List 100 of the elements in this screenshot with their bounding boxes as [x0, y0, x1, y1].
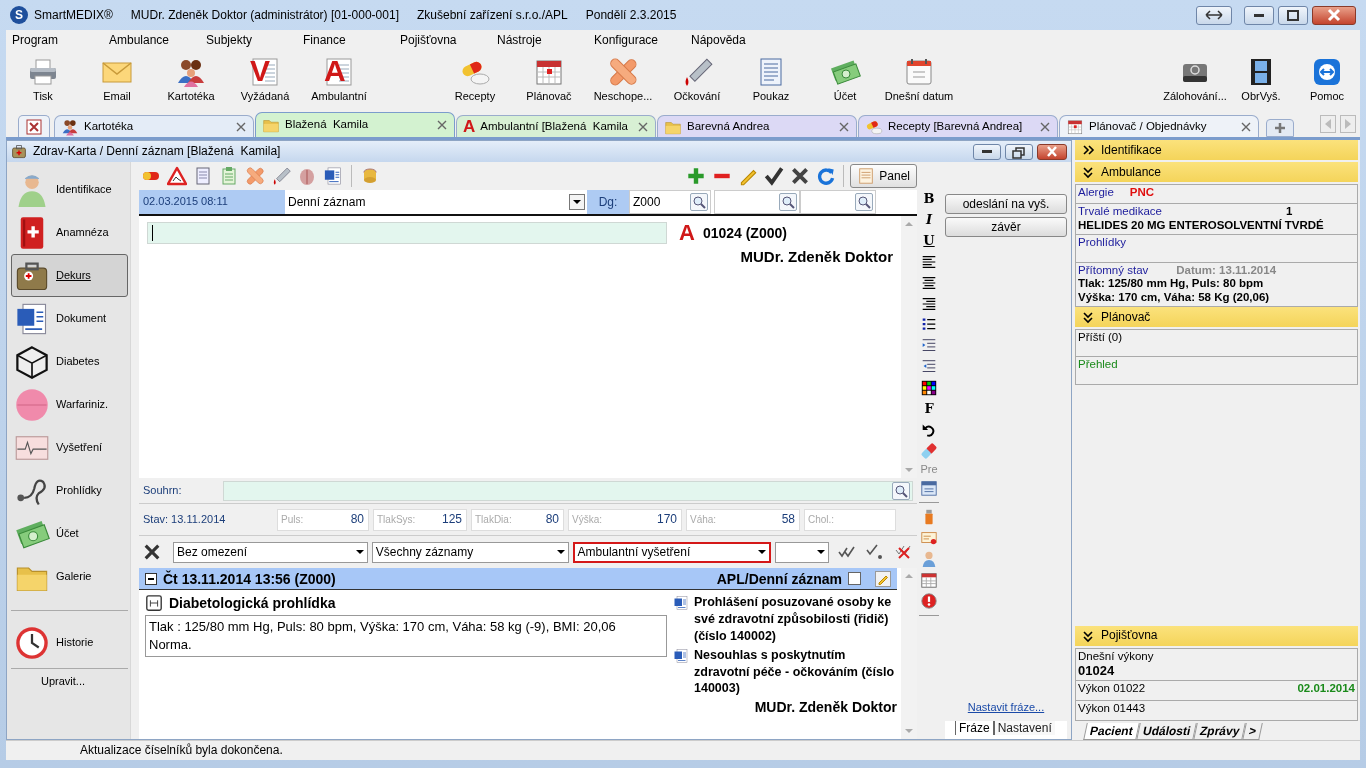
panel-link[interactable]: Prohlídky	[1078, 235, 1126, 248]
vital-field[interactable]: TlakDia: 80	[471, 508, 564, 531]
summary-field[interactable]	[223, 480, 913, 501]
toolbar-button[interactable]: ObrVyš.	[1228, 50, 1294, 104]
check-icon[interactable]	[865, 542, 885, 562]
word-document-icon[interactable]	[323, 166, 343, 186]
alert-icon[interactable]	[920, 592, 938, 611]
toolbar-button[interactable]: Tisk	[6, 50, 80, 104]
nav-item[interactable]: Účet	[11, 512, 128, 555]
action-button[interactable]: závěr	[945, 217, 1067, 237]
toolbar-button[interactable]: Účet	[808, 50, 882, 104]
tab[interactable]: Zprávy	[1193, 723, 1247, 740]
toolbar-button[interactable]: Dnešní datum	[882, 50, 956, 104]
section-header[interactable]: Ambulance	[1075, 162, 1358, 182]
nav-item[interactable]: Galerie	[11, 555, 128, 598]
toolbar-button[interactable]: V Vyžádaná	[228, 50, 302, 104]
italic-button[interactable]: I	[925, 211, 933, 229]
check-icon[interactable]	[763, 165, 786, 187]
section-header[interactable]: Identifikace	[1075, 140, 1358, 160]
clear-icon[interactable]	[143, 543, 161, 561]
close-icon[interactable]	[838, 120, 850, 133]
align-left-icon[interactable]	[920, 253, 938, 271]
filter-dropdown[interactable]: Ambulantní vyšetření	[572, 541, 772, 563]
search-field[interactable]	[714, 190, 800, 214]
vital-field[interactable]: TlakSys: 125	[373, 508, 467, 531]
word-document-icon[interactable]	[673, 595, 689, 611]
align-right-icon[interactable]	[920, 295, 938, 313]
nav-item[interactable]: Warfariniz.	[11, 383, 128, 426]
menu-item[interactable]: Konfigurace	[592, 32, 689, 48]
tab[interactable]: Události	[1135, 723, 1197, 740]
tab[interactable]: A Ambulantní [Blažená Kamila	[456, 115, 656, 137]
menu-item[interactable]: Nápověda	[689, 32, 786, 48]
phrase-settings-link[interactable]: Nastavit fráze...	[945, 701, 1067, 715]
filter-dropdown[interactable]	[775, 541, 829, 563]
nav-item[interactable]: Diabetes	[11, 340, 128, 383]
font-button[interactable]: F	[924, 400, 934, 418]
text-input[interactable]	[147, 222, 667, 244]
section-header[interactable]: Pojišťovna	[1075, 625, 1358, 646]
toolbar-button[interactable]: A Ambulantní	[302, 50, 376, 104]
close-icon[interactable]	[637, 120, 649, 133]
panel-link[interactable]: Přehled	[1078, 358, 1118, 370]
search-button[interactable]	[892, 481, 910, 500]
filter-dropdown[interactable]: Všechny záznamy	[371, 541, 569, 563]
document-link[interactable]: Nesouhlas s poskytnutím zdravotní péče - očkováním (číslo 140003)	[694, 646, 895, 698]
menu-item[interactable]: Nástroje	[495, 32, 592, 48]
nav-item[interactable]: Identifikace	[11, 168, 128, 211]
maximize-button[interactable]	[1278, 5, 1308, 25]
nav-item[interactable]: Dekurs	[11, 254, 128, 297]
expand-toggle[interactable]	[145, 572, 157, 585]
align-center-icon[interactable]	[920, 274, 938, 292]
toolbar-button[interactable]: Zálohování...	[1162, 50, 1228, 104]
panel-button[interactable]: Panel	[850, 164, 917, 188]
toolbar-button[interactable]: Email	[80, 50, 154, 104]
toolbar-button[interactable]: Poukaz	[734, 50, 808, 104]
menu-item[interactable]: Program	[10, 32, 107, 48]
close-icon[interactable]	[235, 120, 247, 133]
menu-item[interactable]: Pojišťovna	[398, 32, 495, 48]
new-tab-button[interactable]	[1266, 119, 1294, 137]
nav-item[interactable]: Historie	[11, 621, 128, 664]
bold-button[interactable]: B	[923, 190, 935, 208]
toolbar-button[interactable]: Neschope...	[586, 50, 660, 104]
filter-dropdown[interactable]: Bez omezení	[173, 541, 368, 563]
clipboard-icon[interactable]	[219, 166, 239, 186]
close-icon[interactable]	[1039, 120, 1051, 133]
toolbar-button[interactable]: Očkování	[660, 50, 734, 104]
close-icon[interactable]	[436, 119, 448, 131]
tab[interactable]: Pacient	[1083, 723, 1140, 740]
action-button[interactable]: odeslání na vyš.	[945, 194, 1067, 214]
vital-field[interactable]: Váha: 58	[686, 508, 800, 531]
vital-field[interactable]: Puls: 80	[277, 508, 369, 531]
toolbar-button[interactable]: Plánovač	[512, 50, 586, 104]
tab[interactable]: Kartotéka	[54, 115, 254, 137]
minimize-button[interactable]	[1244, 5, 1274, 25]
tab[interactable]: Barevná Andrea	[657, 115, 857, 137]
nav-item[interactable]: Dokument	[11, 297, 128, 340]
close-all-tab[interactable]	[18, 115, 50, 137]
menu-item[interactable]: Finance	[301, 32, 398, 48]
search-button[interactable]	[690, 193, 708, 211]
tab[interactable]: Plánovač / Objednávky	[1059, 115, 1259, 137]
toolbar-button[interactable]: Kartotéka	[154, 50, 228, 104]
checkbox[interactable]	[848, 572, 861, 585]
syringe-icon[interactable]	[271, 166, 291, 186]
nav-item[interactable]: Vyšetření	[11, 426, 128, 469]
section-header[interactable]: Plánovač	[1075, 307, 1358, 327]
tab[interactable]: Blažená Kamila	[255, 112, 455, 137]
menu-item[interactable]: Subjekty	[204, 32, 301, 48]
nav-item[interactable]: Anamnéza	[11, 211, 128, 254]
menu-item[interactable]: Ambulance	[107, 32, 204, 48]
panel-link[interactable]: Příští (0)	[1078, 331, 1123, 343]
eraser-icon[interactable]	[920, 442, 938, 460]
search-field[interactable]	[800, 190, 876, 214]
tab[interactable]: Recepty [Barevná Andrea]	[858, 115, 1058, 137]
close-button[interactable]	[1312, 5, 1356, 25]
minimize-button[interactable]	[973, 143, 1001, 160]
dg-field[interactable]: Z000	[629, 190, 711, 214]
toolbar-button[interactable]: Recepty	[438, 50, 512, 104]
warning-icon[interactable]	[167, 166, 187, 186]
word-document-icon[interactable]	[673, 647, 689, 664]
close-button[interactable]	[1037, 143, 1067, 160]
underline-button[interactable]: U	[923, 232, 935, 250]
